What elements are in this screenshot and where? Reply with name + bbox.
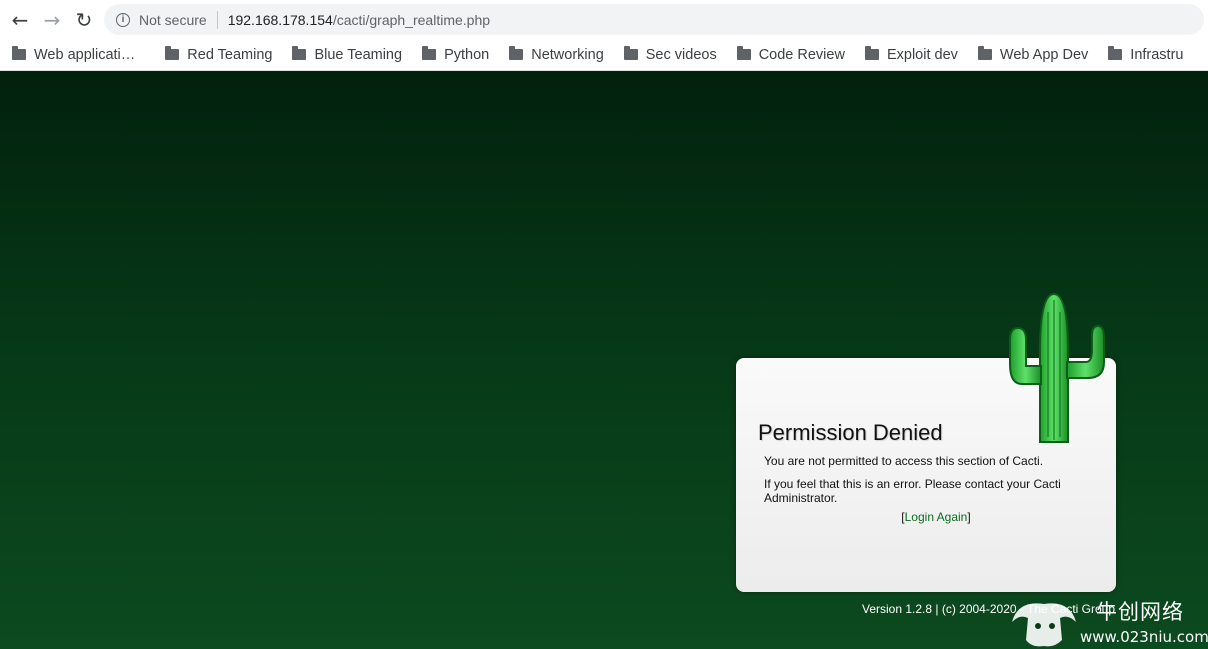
folder-icon xyxy=(422,46,437,60)
security-label[interactable]: Not secure xyxy=(139,12,207,28)
address-bar[interactable]: i Not secure 192.168.178.154/cacti/graph… xyxy=(104,4,1204,35)
dialog-message-contact: If you feel that this is an error. Pleas… xyxy=(764,477,1061,505)
bookmark-label: Python xyxy=(444,46,490,63)
folder-icon xyxy=(1108,46,1123,60)
browser-toolbar: ← → ↻ i Not secure 192.168.178.154/cacti… xyxy=(0,0,1208,39)
bookmark-folder-python[interactable]: Python xyxy=(410,46,497,63)
bookmark-folder-code-review[interactable]: Code Review xyxy=(725,46,853,63)
bookmark-label: Red Teaming xyxy=(187,46,273,63)
url-host[interactable]: 192.168.178.154 xyxy=(228,12,333,28)
watermark: 牛创网络 www.023niu.com xyxy=(1004,592,1208,649)
folder-icon xyxy=(292,46,307,60)
bookmark-label: Blue Teaming xyxy=(314,46,403,63)
folder-icon xyxy=(736,46,751,60)
forward-icon[interactable]: → xyxy=(36,4,68,36)
folder-icon xyxy=(165,46,180,60)
bookmark-label: Networking xyxy=(531,46,604,63)
folder-icon xyxy=(509,46,524,60)
folder-icon xyxy=(864,46,879,60)
back-icon[interactable]: ← xyxy=(4,4,36,36)
bookmark-label: Web App Dev xyxy=(999,46,1089,63)
login-again-link[interactable]: Login Again xyxy=(905,510,968,524)
reload-icon[interactable]: ↻ xyxy=(68,4,100,36)
address-divider xyxy=(216,10,218,29)
dialog-message: You are not permitted to access this sec… xyxy=(764,454,1044,468)
info-icon[interactable]: i xyxy=(116,12,130,27)
bookmark-folder-red-teaming[interactable]: Red Teaming xyxy=(143,46,280,63)
login-bracket-close: ] xyxy=(967,510,971,524)
bookmark-folder-exploit-dev[interactable]: Exploit dev xyxy=(853,46,966,63)
bookmark-label: Infrastru xyxy=(1130,46,1184,63)
folder-icon xyxy=(623,46,638,60)
url-path[interactable]: /cacti/graph_realtime.php xyxy=(333,12,490,28)
folder-icon xyxy=(977,46,992,60)
bookmark-label: Code Review xyxy=(758,46,845,63)
bookmark-label: Web applicati… xyxy=(34,46,136,63)
dialog-title: Permission Denied xyxy=(758,420,943,445)
folder-icon xyxy=(12,46,26,60)
bookmark-folder-web-app-dev[interactable]: Web App Dev xyxy=(966,46,1096,63)
bookmark-label: Sec videos xyxy=(645,46,717,63)
bookmark-folder-networking[interactable]: Networking xyxy=(497,46,612,63)
bookmark-folder-web-applications[interactable]: Web applicati… xyxy=(0,46,143,63)
cacti-logo-icon xyxy=(1009,292,1105,443)
watermark-brand: 牛创网络 xyxy=(1096,600,1184,624)
login-again-line: [Login Again] xyxy=(736,510,1136,524)
watermark-url: www.023niu.com xyxy=(1080,628,1208,646)
bookmark-folder-blue-teaming[interactable]: Blue Teaming xyxy=(280,46,410,63)
bull-logo-icon xyxy=(1012,603,1076,647)
bookmark-folder-sec-videos[interactable]: Sec videos xyxy=(612,46,725,63)
bookmarks-bar: Web applicati… Red Teaming Blue Teaming … xyxy=(0,39,1208,71)
bookmark-folder-infrastructure[interactable]: Infrastru xyxy=(1096,46,1191,63)
bookmark-label: Exploit dev xyxy=(886,46,958,63)
